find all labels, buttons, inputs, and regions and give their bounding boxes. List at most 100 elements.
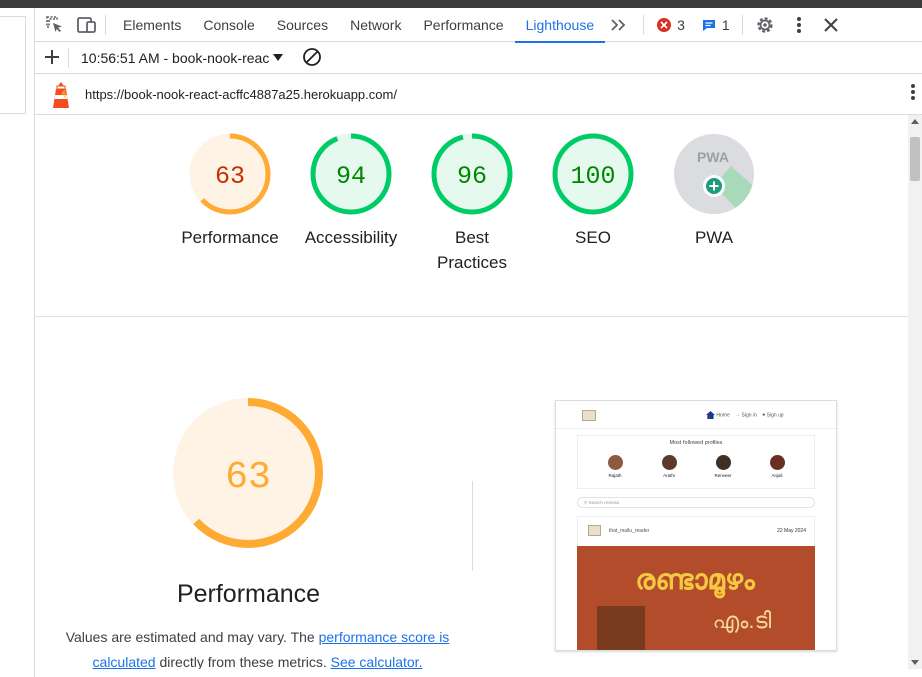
cover-title: രണ്ടാമൂഴം	[635, 564, 755, 595]
report-selector[interactable]: 10:56:51 AM - book-nook-reac	[81, 50, 284, 66]
profiles-row: Rajath Arathi Renveer Anjali	[578, 455, 814, 478]
avatar	[715, 455, 731, 470]
scroll-down-arrow-icon[interactable]	[911, 660, 919, 665]
gauge-accessibility[interactable]: 94 Accessibility	[296, 131, 406, 250]
gauge-best-practices[interactable]: 96 Best Practices	[417, 131, 527, 275]
best-practices-label: Best Practices	[417, 225, 527, 275]
clear-reports-icon[interactable]	[302, 47, 322, 70]
final-screenshot[interactable]: Home → Sign in ● Sign up Most followed p…	[555, 400, 837, 651]
toolbar-separator	[68, 48, 69, 68]
more-tabs-icon[interactable]	[607, 13, 631, 37]
post-header: that_mallu_reader 22 May 2024	[577, 516, 815, 546]
message-icon	[702, 19, 715, 31]
profile-item: Anjali	[757, 455, 797, 478]
cover-author: എം.ടി	[712, 608, 772, 633]
device-toolbar-icon[interactable]	[75, 13, 99, 37]
nav-signin: Sign in	[741, 412, 757, 419]
close-devtools-icon[interactable]	[819, 13, 843, 37]
toolbar-separator	[643, 14, 645, 35]
report-selector-label: 10:56:51 AM - book-nook-reac	[81, 50, 270, 66]
tab-lighthouse[interactable]: Lighthouse	[514, 8, 606, 43]
more-options-icon[interactable]	[787, 13, 811, 37]
gauge-performance[interactable]: 63 Performance	[175, 131, 285, 250]
section-divider	[35, 316, 908, 317]
toolbar-separator	[105, 14, 106, 35]
best-practices-gauge-ring: 96	[431, 133, 513, 215]
search-placeholder: Search reviews	[588, 500, 620, 505]
cover-pillar	[597, 606, 645, 650]
messages-badge[interactable]: 1	[701, 17, 730, 33]
performance-label: Performance	[181, 228, 279, 247]
lighthouse-logo-icon	[50, 81, 72, 109]
tab-console[interactable]: Console	[192, 8, 265, 42]
lighthouse-toolbar: 10:56:51 AM - book-nook-reac	[35, 43, 922, 74]
tab-network[interactable]: Network	[339, 8, 412, 42]
post-user: that_mallu_reader	[609, 528, 650, 534]
lighthouse-report: 63 Performance 94 Accessibility 96 Best …	[35, 115, 908, 669]
errors-count: 3	[677, 16, 685, 33]
inspect-element-icon[interactable]	[43, 13, 67, 37]
accessibility-label: Accessibility	[304, 228, 398, 247]
profile-name: Anjali	[771, 473, 783, 478]
tab-elements[interactable]: Elements	[112, 8, 192, 42]
see-calculator-link[interactable]: See calculator.	[331, 654, 423, 669]
page-content-block	[0, 16, 26, 114]
profile-name: Renveer	[714, 473, 732, 478]
devtools-panel: Elements Console Sources Network Perform…	[35, 8, 922, 677]
devtools-tabbar: Elements Console Sources Network Perform…	[35, 8, 922, 43]
tab-performance[interactable]: Performance	[412, 8, 514, 42]
nav-home: Home	[716, 412, 730, 419]
screenshot-navbar: Home → Sign in ● Sign up	[556, 401, 836, 429]
error-icon	[657, 17, 672, 32]
book-cover-image: രണ്ടാമൂഴം എം.ടി	[577, 546, 815, 650]
profile-item: Rajath	[595, 455, 635, 478]
accessibility-score: 94	[336, 162, 366, 191]
site-logo	[582, 410, 596, 421]
performance-score: 63	[215, 162, 245, 191]
toolbar-separator	[741, 14, 743, 35]
vertical-divider	[472, 481, 473, 571]
profile-name: Arathi	[663, 473, 675, 478]
report-menu-icon[interactable]	[910, 83, 916, 104]
report-url-bar: https://book-nook-react-acffc4887a25.her…	[35, 75, 922, 115]
gauge-seo[interactable]: 100 SEO	[538, 131, 648, 250]
best-practices-score: 96	[457, 162, 487, 191]
seo-score: 100	[570, 162, 615, 191]
new-report-plus-icon[interactable]	[44, 49, 60, 68]
seo-label: SEO	[575, 228, 611, 247]
pwa-badge-icon: PWA	[674, 134, 754, 214]
signin-icon: →	[735, 412, 741, 419]
pwa-badge-text: PWA	[697, 149, 729, 165]
avatar	[661, 455, 677, 470]
performance-big-score: 63	[225, 456, 271, 499]
tab-sources[interactable]: Sources	[266, 8, 339, 42]
errors-badge[interactable]: 3	[656, 17, 685, 33]
best-practices-label-line1: Best	[454, 228, 490, 247]
scroll-up-arrow-icon[interactable]	[911, 119, 919, 124]
performance-big-gauge: 63	[171, 396, 325, 550]
screenshot-nav: Home → Sign in ● Sign up	[706, 411, 784, 419]
accessibility-gauge-ring: 94	[310, 133, 392, 215]
post-avatar	[588, 525, 601, 536]
performance-description: Values are estimated and may vary. The p…	[45, 625, 470, 669]
avatar	[607, 455, 623, 470]
home-icon	[706, 411, 715, 419]
desc-text-1: Values are estimated and may vary. The	[65, 629, 319, 645]
avatar	[769, 455, 785, 470]
dropdown-arrow-icon	[273, 54, 284, 61]
profile-name: Rajath	[608, 473, 622, 478]
desc-text-2: directly from these metrics.	[155, 654, 331, 669]
pwa-label: PWA	[694, 228, 734, 247]
gauge-pwa[interactable]: PWA PWA	[659, 131, 769, 250]
best-practices-label-line2: Practices	[437, 253, 507, 272]
performance-section-title: Performance	[176, 580, 321, 608]
profile-item: Arathi	[649, 455, 689, 478]
search-icon: ⚲	[584, 500, 588, 505]
settings-gear-icon[interactable]	[753, 13, 777, 37]
report-url[interactable]: https://book-nook-react-acffc4887a25.her…	[85, 87, 397, 102]
scrollbar-thumb[interactable]	[910, 137, 920, 181]
nav-signup: Sign up	[766, 412, 784, 419]
page-viewport	[0, 8, 35, 677]
post-date: 22 May 2024	[777, 528, 806, 534]
report-scrollbar[interactable]	[908, 115, 922, 669]
